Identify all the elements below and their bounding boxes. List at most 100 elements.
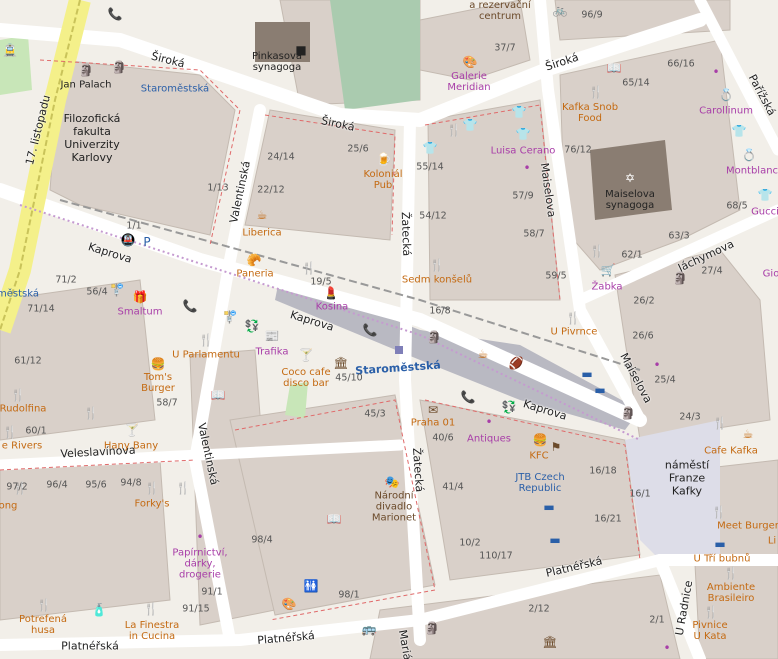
poi-koloniak[interactable]: Koloniál Pub [363, 169, 402, 191]
bar-icon[interactable]: 🍸 [299, 349, 314, 361]
poi-rudolfina[interactable]: Rudolfina [0, 404, 46, 415]
restaurant-icon[interactable]: 🍴 [566, 312, 581, 324]
poi-jtb[interactable]: JTB Czech Republic [515, 472, 564, 494]
jewellery-icon[interactable]: 💍 [719, 89, 734, 101]
restaurant-icon[interactable]: 🍴 [199, 334, 214, 346]
books-icon[interactable]: 📖 [607, 62, 622, 74]
fastfood-icon[interactable]: 🍔 [533, 434, 548, 446]
poi-gio[interactable]: Gio [763, 269, 778, 280]
newsagent-icon[interactable]: 📰 [265, 330, 280, 342]
poi-cococafe[interactable]: Coco cafe disco bar [281, 367, 330, 389]
poi-li[interactable]: Li [768, 536, 776, 547]
poi-potrefena[interactable]: Potrefená husa [19, 614, 67, 636]
restaurant-icon[interactable]: 🍴 [447, 124, 462, 136]
clothes-icon[interactable]: 👕 [732, 125, 747, 137]
poi-trafika[interactable]: Trafika [256, 347, 289, 358]
memorial-icon[interactable]: 🗿 [79, 64, 94, 76]
restaurant-icon[interactable]: 🍴 [302, 262, 317, 274]
phone-icon[interactable]: 📞 [363, 324, 378, 336]
theatre-icon[interactable]: 🎭 [385, 476, 400, 488]
poi-liberica[interactable]: Liberica [242, 228, 281, 239]
restaurant-icon[interactable]: 🍴 [724, 567, 739, 579]
jewellery-icon[interactable]: 💍 [742, 149, 757, 161]
bus-stop-icon[interactable]: 🚏 [110, 284, 125, 296]
poi-forkys[interactable]: Forky's [135, 499, 170, 510]
artwork-icon[interactable]: 🎨 [282, 598, 297, 610]
purple-icon[interactable]: 💄 [324, 287, 339, 299]
memorial-icon[interactable]: 🗿 [112, 61, 127, 73]
memorial-icon[interactable]: 🗿 [425, 622, 440, 634]
memorial-icon[interactable]: 🗿 [427, 331, 442, 343]
poi-toms[interactable]: Tom's Burger [141, 372, 175, 394]
poi-carollinum[interactable]: Carollinum [699, 106, 753, 117]
memorial-icon[interactable]: 🗿 [673, 272, 688, 284]
exchange-icon[interactable]: 💱 [245, 320, 260, 332]
purple-icon[interactable]: 🏈 [509, 357, 524, 369]
books-icon[interactable]: 📖 [211, 389, 226, 401]
poi-luisa[interactable]: Luisa Cerano [491, 146, 556, 157]
phone-icon[interactable]: 📞 [461, 391, 476, 403]
clothes-icon[interactable]: 👕 [758, 189, 773, 201]
poi-pivnice[interactable]: Pivnice U Kata [692, 620, 727, 642]
shop-dot-icon[interactable]: • [663, 642, 670, 654]
shop-dot-icon[interactable]: • [712, 66, 719, 78]
poi-antiques[interactable]: Antiques [467, 434, 511, 445]
restaurant-icon[interactable]: 🍴 [590, 245, 605, 257]
poi-janpalach[interactable]: Jan Palach [60, 80, 111, 91]
poi-ong[interactable]: ong [0, 501, 17, 512]
poi-kosina[interactable]: Kosina [316, 302, 349, 313]
cafe-icon[interactable]: ☕ [743, 428, 754, 440]
restaurant-icon[interactable]: 🍴 [176, 482, 191, 494]
bank-icon[interactable]: 🏛 [542, 636, 557, 648]
poi-ambiente[interactable]: Ambiente Brasileiro [707, 582, 755, 604]
memorial-icon[interactable]: 🗿 [621, 407, 636, 419]
bus-stop-icon[interactable]: 🚏 [223, 311, 238, 323]
restaurant-icon[interactable]: 🍴 [713, 417, 728, 429]
phone-icon[interactable]: 📞 [183, 300, 198, 312]
shop-dot-icon[interactable]: • [523, 162, 530, 174]
shop-dot-icon[interactable]: • [653, 359, 660, 371]
poi-gucci[interactable]: Gucci [751, 207, 778, 218]
poi-narodni[interactable]: Národní divadlo Marionet [372, 491, 416, 524]
poi-sedm[interactable]: Sedm konšelů [402, 275, 472, 286]
poi-meetburger[interactable]: Meet Burger [717, 521, 778, 532]
parking-icon[interactable]: P [143, 236, 150, 248]
map-view[interactable]: Široká Široká Široká Kaprova Kaprova Kap… [0, 0, 778, 659]
flag-icon[interactable]: ⚑ [551, 441, 562, 453]
poi-papirnictvi[interactable]: Papírnictví, dárky, drogerie [172, 548, 227, 581]
restaurant-icon[interactable]: 🍴 [11, 389, 26, 401]
restaurant-icon[interactable]: 🍴 [144, 603, 159, 615]
poi-utribubnu[interactable]: U Tří bubnů [694, 554, 751, 565]
bank-icon[interactable]: 🏛 [333, 357, 348, 369]
restaurant-icon[interactable]: 🍴 [37, 599, 52, 611]
tram-icon[interactable]: 🚊 [3, 44, 18, 56]
poi-zabka[interactable]: Žabka [591, 282, 622, 293]
post-icon[interactable]: ✉ [428, 404, 438, 416]
cafe-icon[interactable]: ☕ [478, 348, 489, 360]
restaurant-icon[interactable]: 🍴 [3, 426, 18, 438]
poi-montblanc[interactable]: Montblanc [726, 166, 778, 177]
poi-pivrnce[interactable]: U Pivrnce [551, 327, 598, 338]
clothes-icon[interactable]: 👕 [463, 119, 478, 131]
stop-staromestska-nw[interactable]: Staroměstská [141, 84, 209, 95]
poi-rivers[interactable]: e Rivers [2, 441, 42, 452]
books-icon[interactable]: 📖 [327, 513, 342, 525]
toilets-icon[interactable]: 🚻 [304, 580, 319, 592]
supermarket-icon[interactable]: 🛒 [601, 264, 616, 276]
bus-icon[interactable]: 🚌 [362, 623, 377, 635]
bicycle-icon[interactable]: 🚲 [553, 4, 568, 16]
clothes-icon[interactable]: 👕 [516, 128, 531, 140]
bakery-icon[interactable]: 🥐 [247, 254, 262, 266]
poi-hanybany[interactable]: Hany Bany [104, 441, 158, 452]
poi-cafekafka[interactable]: Cafe Kafka [704, 446, 758, 457]
bar-icon[interactable]: 🍸 [125, 424, 140, 436]
gift-icon[interactable]: 🎁 [133, 291, 148, 303]
poi-kafkasnob[interactable]: Kafka Snob Food [562, 102, 618, 124]
clothes-icon[interactable]: 👕 [512, 106, 527, 118]
stop-staromestska-w[interactable]: městská [0, 289, 39, 300]
phone-icon[interactable]: 📞 [108, 8, 123, 20]
cafe-icon[interactable]: ☕ [257, 209, 268, 221]
restaurant-icon[interactable]: 🍴 [430, 259, 445, 271]
poi-kfc[interactable]: KFC [529, 451, 548, 462]
cosmetics-icon[interactable]: 🧴 [92, 604, 107, 616]
